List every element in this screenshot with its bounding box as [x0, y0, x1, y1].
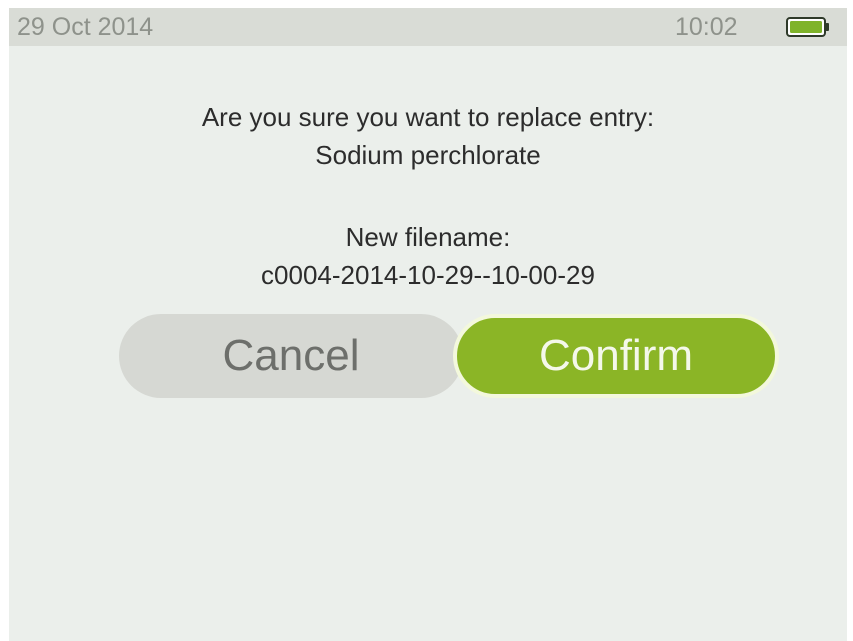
filename-value: c0004-2014-10-29--10-00-29 — [261, 260, 595, 290]
filename-label: New filename: — [345, 222, 511, 252]
status-time: 10:02 — [675, 13, 738, 41]
cancel-button[interactable]: Cancel — [119, 314, 463, 398]
entry-name: Sodium perchlorate — [315, 140, 541, 170]
replace-question: Are you sure you want to replace entry: — [201, 102, 655, 132]
device-screen: 29 Oct 2014 10:02 Are you sure you want … — [9, 8, 847, 641]
battery-full-icon — [786, 17, 829, 37]
confirm-button[interactable]: Confirm — [453, 314, 779, 398]
status-bar: 29 Oct 2014 10:02 — [9, 8, 847, 46]
status-date: 29 Oct 2014 — [17, 13, 154, 41]
